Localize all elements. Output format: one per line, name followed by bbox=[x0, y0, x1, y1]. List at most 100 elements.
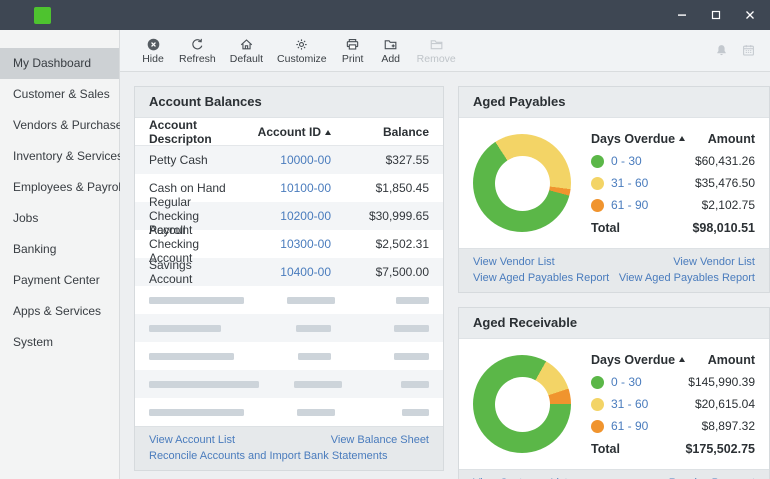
aged-receivable-footer: View Customer ListView Aged Receivables … bbox=[459, 469, 769, 479]
sort-asc-icon bbox=[679, 357, 685, 362]
legend-dot-green-icon bbox=[591, 376, 604, 389]
link-reconcile-accounts[interactable]: Reconcile Accounts and Import Bank State… bbox=[149, 448, 387, 464]
total-label: Total bbox=[591, 442, 620, 456]
sidebar-item-employees-payroll[interactable]: Employees & Payroll bbox=[0, 172, 119, 203]
sidebar-item-vendors-purchases[interactable]: Vendors & Purchases bbox=[0, 110, 119, 141]
link-view-aged-payables-report[interactable]: View Aged Payables Report bbox=[473, 270, 609, 286]
legend-amount: $60,431.26 bbox=[695, 154, 755, 168]
sort-asc-icon bbox=[679, 136, 685, 141]
days-overdue-range-link[interactable]: 61 - 90 bbox=[611, 419, 648, 433]
legend-row: 61 - 90 $8,897.32 bbox=[591, 415, 755, 437]
toolbar-buttons: HideRefreshDefault Customize PrintAdd Remov… bbox=[134, 35, 463, 66]
aged-payables-donut-chart[interactable] bbox=[473, 134, 571, 232]
legend-amount: $8,897.32 bbox=[702, 419, 755, 433]
add-button[interactable]: Add bbox=[372, 35, 410, 66]
days-overdue-range-link[interactable]: 61 - 90 bbox=[611, 198, 648, 212]
close-icon bbox=[745, 10, 755, 20]
link-view-account-list[interactable]: View Account List bbox=[149, 432, 235, 448]
column-header-account-id[interactable]: Account ID bbox=[243, 125, 331, 139]
account-description: Savings Account bbox=[149, 258, 237, 286]
link-receive-payment[interactable]: Receive Payment bbox=[669, 475, 755, 479]
sidebar-item-system[interactable]: System bbox=[0, 327, 119, 358]
account-id-link[interactable]: 10000-00 bbox=[280, 153, 331, 167]
sidebar-item-customer-sales[interactable]: Customer & Sales bbox=[0, 79, 119, 110]
legend-row: 0 - 30 $60,431.26 bbox=[591, 150, 755, 172]
maximize-button[interactable] bbox=[704, 4, 728, 26]
toolbar-button-label: Remove bbox=[417, 53, 456, 65]
home-icon bbox=[239, 37, 254, 52]
close-button[interactable] bbox=[738, 4, 762, 26]
sidebar-item-banking[interactable]: Banking bbox=[0, 234, 119, 265]
account-id-link[interactable]: 10300-00 bbox=[280, 237, 331, 251]
column-header-balance[interactable]: Balance bbox=[337, 125, 429, 139]
bell-icon[interactable] bbox=[714, 43, 729, 58]
sidebar-item-apps-services[interactable]: Apps & Services bbox=[0, 296, 119, 327]
footer-links-left: View Vendor ListView Aged Payables Repor… bbox=[473, 254, 609, 286]
account-id-link[interactable]: 10100-00 bbox=[280, 181, 331, 195]
table-row: Petty Cash10000-00$327.55 bbox=[135, 146, 443, 174]
account-id-link[interactable]: 10400-00 bbox=[280, 265, 331, 279]
remove-button[interactable]: Remove bbox=[410, 35, 463, 66]
refresh-button[interactable]: Refresh bbox=[172, 35, 223, 66]
account-balance: $1,850.45 bbox=[337, 181, 429, 195]
legend-dot-green-icon bbox=[591, 155, 604, 168]
aged-payables-footer: View Vendor ListView Aged Payables Repor… bbox=[459, 248, 769, 292]
print-button[interactable]: Print bbox=[334, 35, 372, 66]
account-balances-header: Account Balances bbox=[135, 87, 443, 118]
account-id-link[interactable]: 10200-00 bbox=[280, 209, 331, 223]
account-balance: $7,500.00 bbox=[337, 265, 429, 279]
link-view-vendor-list[interactable]: View Vendor List bbox=[673, 254, 755, 270]
titlebar bbox=[0, 0, 770, 30]
sidebar-item-payment-center[interactable]: Payment Center bbox=[0, 265, 119, 296]
table-row: Savings Account 10400-00 $7,500.00 bbox=[135, 258, 443, 286]
aged-receivable-body: Days Overdue Amount 0 - 30$145,990.3931 … bbox=[459, 339, 769, 469]
total-amount: $98,010.51 bbox=[692, 221, 755, 235]
link-view-customer-list[interactable]: View Customer List bbox=[473, 475, 624, 479]
default-button[interactable]: Default bbox=[223, 35, 270, 66]
skeleton-bar bbox=[394, 325, 429, 332]
customize-button[interactable]: Customize bbox=[270, 35, 334, 66]
column-header-description[interactable]: Account Descripton bbox=[149, 118, 237, 146]
aged-payables-panel: Aged Payables Days Overdue Amount 0 - 3 bbox=[458, 86, 770, 293]
main-area: HideRefreshDefault Customize PrintAdd Remov… bbox=[120, 30, 770, 479]
aged-receivable-panel: Aged Receivable Days Overdue Amount 0 - bbox=[458, 307, 770, 479]
link-view-vendor-list[interactable]: View Vendor List bbox=[473, 254, 609, 270]
legend-days-label[interactable]: Days Overdue bbox=[591, 353, 675, 367]
calendar-icon[interactable] bbox=[741, 43, 756, 58]
panel-title: Aged Payables bbox=[473, 94, 566, 109]
sidebar-item-jobs[interactable]: Jobs bbox=[0, 203, 119, 234]
account-balance: $2,502.31 bbox=[337, 237, 429, 251]
app-window: My DashboardCustomer & SalesVendors & Pu… bbox=[0, 0, 770, 479]
minimize-button[interactable] bbox=[670, 4, 694, 26]
legend-amount: $35,476.50 bbox=[695, 176, 755, 190]
legend-days-label[interactable]: Days Overdue bbox=[591, 132, 675, 146]
days-overdue-range-link[interactable]: 0 - 30 bbox=[611, 375, 642, 389]
account-balances-panel: Account Balances Account Descripton Acco… bbox=[134, 86, 444, 471]
hide-circle-x-icon bbox=[146, 37, 161, 52]
account-balances-table-header: Account Descripton Account ID Balance bbox=[135, 118, 443, 146]
days-overdue-range-link[interactable]: 31 - 60 bbox=[611, 176, 648, 190]
legend-rows: 0 - 30 $60,431.26 31 - 60 $35,476.50 61 - 90… bbox=[591, 150, 755, 216]
legend-amount: $20,615.04 bbox=[695, 397, 755, 411]
toolbar-button-label: Customize bbox=[277, 53, 327, 65]
app-logo bbox=[34, 7, 51, 24]
skeleton-bar bbox=[149, 409, 244, 416]
legend-amount: $2,102.75 bbox=[702, 198, 755, 212]
aged-receivable-donut-chart[interactable] bbox=[473, 355, 571, 453]
days-overdue-range-link[interactable]: 31 - 60 bbox=[611, 397, 648, 411]
account-description: Petty Cash bbox=[149, 153, 237, 167]
window-controls bbox=[670, 4, 762, 26]
days-overdue-range-link[interactable]: 0 - 30 bbox=[611, 154, 642, 168]
maximize-icon bbox=[711, 10, 721, 20]
legend-amount: $145,990.39 bbox=[688, 375, 755, 389]
right-column: Aged Payables Days Overdue Amount 0 - 3 bbox=[458, 86, 770, 479]
total-amount: $175,502.75 bbox=[685, 442, 755, 456]
refresh-icon bbox=[190, 37, 205, 52]
skeleton-bar bbox=[149, 325, 221, 332]
sidebar-item-inventory-services[interactable]: Inventory & Services bbox=[0, 141, 119, 172]
sidebar-item-my-dashboard[interactable]: My Dashboard bbox=[0, 48, 119, 79]
link-view-aged-payables-report[interactable]: View Aged Payables Report bbox=[619, 270, 755, 286]
hide-button[interactable]: Hide bbox=[134, 35, 172, 66]
skeleton-bar bbox=[149, 381, 259, 388]
link-view-balance-sheet[interactable]: View Balance Sheet bbox=[331, 432, 429, 448]
